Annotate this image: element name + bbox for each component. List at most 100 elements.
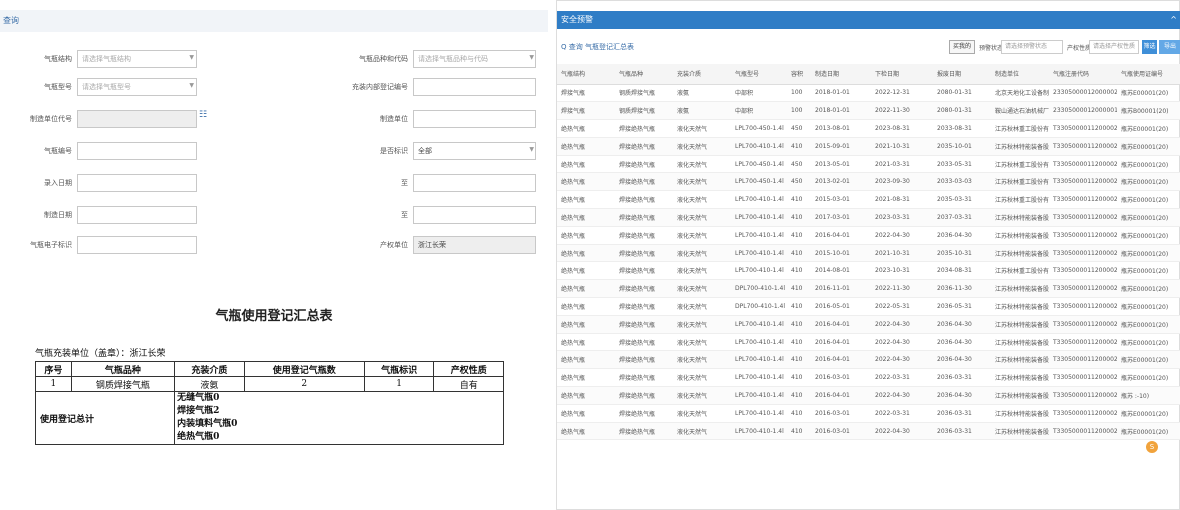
summary-cell: 自有: [433, 376, 504, 392]
table-row[interactable]: 绝热气瓶 焊接绝热气瓶 液化天然气 DPL700-410-1.4l 410 2016-05…: [557, 297, 1180, 316]
table-cell: 2021-03-31: [871, 155, 933, 174]
field-input[interactable]: 请选择气瓶结构: [77, 50, 197, 68]
column-header[interactable]: 制造单位: [991, 64, 1049, 85]
table-row[interactable]: 绝热气瓶 焊接绝热气瓶 液化天然气 LPL700-410-1.4l 410 2016-03…: [557, 422, 1180, 441]
table-cell: 瓶苏E00001(20): [1117, 368, 1180, 388]
table-row[interactable]: 绝热气瓶 焊接绝热气瓶 液化天然气 LPL700-410-1.4l 410 2014-08…: [557, 261, 1180, 281]
table-row[interactable]: 绝热气瓶 焊接绝热气瓶 液化天然气 LPL700-410-1.4l 410 2016-04…: [557, 350, 1180, 370]
summary-header: 使用登记气瓶数: [243, 361, 365, 377]
table-cell: 2015-10-01: [811, 244, 871, 263]
table-cell: 2036-03-31: [933, 404, 991, 423]
summary-link[interactable]: Q 查询 气瓶登记汇总表: [561, 42, 634, 52]
field-input[interactable]: 请选择气瓶型号: [77, 78, 197, 96]
column-header[interactable]: 气瓶品种: [615, 64, 673, 85]
column-header[interactable]: 下检日期: [871, 64, 933, 85]
table-cell: 江苏秋林特能装备股份有限: [991, 404, 1049, 423]
table-cell: 绝热气瓶: [557, 350, 615, 370]
table-row[interactable]: 绝热气瓶 焊接绝热气瓶 液化天然气 LPL700-410-1.4l 410 2016-03…: [557, 368, 1180, 388]
table-cell: 钢质焊接气瓶: [615, 84, 673, 103]
column-header[interactable]: 气瓶注册代码: [1049, 64, 1117, 85]
field-input[interactable]: [413, 78, 536, 96]
org-tree-icon[interactable]: ☷: [199, 110, 207, 120]
table-cell: 焊接绝热气瓶: [615, 172, 673, 192]
table-cell: 北京天地化工设备制造厂: [991, 84, 1049, 103]
field-input[interactable]: 浙江长荣: [413, 236, 536, 254]
column-header[interactable]: 容积: [787, 64, 811, 85]
summary-header: 产权性质: [433, 361, 504, 377]
table-cell: 2022-04-30: [871, 226, 933, 245]
field-input[interactable]: [413, 174, 536, 192]
table-cell: LPL700-450-1.4l: [731, 172, 787, 192]
column-header[interactable]: 气瓶结构: [557, 64, 615, 85]
table-cell: 100: [787, 84, 811, 103]
field-input[interactable]: [413, 206, 536, 224]
table-cell: 绝热气瓶: [557, 137, 615, 156]
column-header[interactable]: 报废日期: [933, 64, 991, 85]
table-cell: 绝热气瓶: [557, 404, 615, 423]
table-cell: 焊接绝热气瓶: [615, 279, 673, 299]
field-input[interactable]: [77, 110, 197, 128]
table-cell: 液化天然气: [673, 208, 731, 227]
column-header[interactable]: 制造日期: [811, 64, 871, 85]
table-cell: 410: [787, 190, 811, 210]
table-row[interactable]: 绝热气瓶 焊接绝热气瓶 液化天然气 LPL700-410-1.4l 410 2016-04…: [557, 386, 1180, 405]
table-row[interactable]: 绝热气瓶 焊接绝热气瓶 液化天然气 LPL700-410-1.4l 410 2016-04…: [557, 226, 1180, 245]
field-input[interactable]: [77, 174, 197, 192]
form-row: 制造单位代号: [0, 110, 200, 128]
table-row[interactable]: 焊接气瓶 钢质焊接气瓶 液氨 中部积 100 2018-01-01 2022-11-30 20…: [557, 101, 1180, 121]
form-row: 充装内部登记编号: [340, 78, 540, 96]
field-input[interactable]: [77, 236, 197, 254]
export-button[interactable]: 导出Excel: [1159, 40, 1180, 64]
field-input[interactable]: 请选择气瓶品种与代码: [413, 50, 536, 68]
table-cell: 江苏秋林特能装备股份有限: [991, 137, 1049, 156]
table-cell: 液化天然气: [673, 261, 731, 281]
column-header[interactable]: 充装介质: [673, 64, 731, 85]
table-cell: 焊接绝热气瓶: [615, 119, 673, 138]
table-row[interactable]: 绝热气瓶 焊接绝热气瓶 液化天然气 DPL700-410-1.4l 410 2016-11…: [557, 279, 1180, 299]
table-cell: 绝热气瓶: [557, 297, 615, 316]
table-row[interactable]: 绝热气瓶 焊接绝热气瓶 液化天然气 LPL700-410-1.4l 410 2017-03…: [557, 208, 1180, 227]
table-cell: 液化天然气: [673, 404, 731, 423]
table-cell: 焊接气瓶: [557, 101, 615, 121]
table-row[interactable]: 绝热气瓶 焊接绝热气瓶 液化天然气 LPL700-410-1.4l 410 2015-09…: [557, 137, 1180, 156]
table-cell: 江苏秋林特能装备股份有限: [991, 244, 1049, 263]
field-input[interactable]: [413, 110, 536, 128]
table-row[interactable]: 绝热气瓶 焊接绝热气瓶 液化天然气 LPL700-410-1.4l 410 2016-04…: [557, 333, 1180, 352]
property-select[interactable]: 请选择产权性质: [1089, 40, 1139, 54]
table-row[interactable]: 绝热气瓶 焊接绝热气瓶 液化天然气 LPL700-410-1.4l 410 2015-03…: [557, 190, 1180, 210]
table-cell: 焊接绝热气瓶: [615, 226, 673, 245]
table-cell: 绝热气瓶: [557, 422, 615, 441]
table-cell: 江苏秋林特能装备股份有限: [991, 333, 1049, 352]
column-header[interactable]: 气瓶型号: [731, 64, 787, 85]
table-row[interactable]: 绝热气瓶 焊接绝热气瓶 液化天然气 LPL700-410-1.4l 410 2015-10…: [557, 244, 1180, 263]
table-row[interactable]: 绝热气瓶 焊接绝热气瓶 液化天然气 LPL700-410-1.4l 410 2016-04…: [557, 315, 1180, 334]
table-cell: 瓶苏B00001(20): [1117, 101, 1180, 121]
table-row[interactable]: 绝热气瓶 焊接绝热气瓶 液化天然气 LPL700-450-1.4l 450 2013-02…: [557, 172, 1180, 192]
table-cell: 江苏秋林重工股份有限公司: [991, 119, 1049, 138]
collapse-icon[interactable]: ^: [1170, 11, 1177, 29]
form-row: 气瓶电子标识: [0, 236, 200, 254]
table-cell: 2016-11-01: [811, 279, 871, 299]
field-input[interactable]: [77, 142, 197, 160]
table-row[interactable]: 绝热气瓶 焊接绝热气瓶 液化天然气 LPL700-450-1.4l 450 2013-08…: [557, 119, 1180, 138]
table-cell: 瓶苏E00001(20): [1117, 137, 1180, 156]
table-cell: 2022-04-30: [871, 315, 933, 334]
mine-button[interactable]: 买我的: [949, 40, 976, 54]
table-row[interactable]: 绝热气瓶 焊接绝热气瓶 液化天然气 LPL700-410-1.4l 410 2016-03…: [557, 404, 1180, 423]
table-cell: 2036-04-30: [933, 315, 991, 334]
table-cell: 绝热气瓶: [557, 172, 615, 192]
table-cell: 钢质焊接气瓶: [615, 101, 673, 121]
table-cell: 2021-10-31: [871, 137, 933, 156]
table-cell: 液氨: [673, 101, 731, 121]
filter-button[interactable]: 筛选: [1142, 40, 1157, 54]
notification-badge[interactable]: S: [1146, 441, 1158, 453]
table-row[interactable]: 绝热气瓶 焊接绝热气瓶 液化天然气 LPL700-450-1.4l 450 2013-05…: [557, 155, 1180, 174]
field-label: 气瓶品种和代码: [359, 55, 408, 63]
field-input[interactable]: 全部: [413, 142, 536, 160]
field-input[interactable]: [77, 206, 197, 224]
table-cell: LPL700-450-1.4l: [731, 155, 787, 174]
column-header[interactable]: 气瓶使用证编号: [1117, 64, 1180, 85]
field-label: 至: [401, 179, 408, 187]
table-row[interactable]: 焊接气瓶 钢质焊接气瓶 液氨 中部积 100 2018-01-01 2022-12-31 20…: [557, 84, 1180, 103]
status-select[interactable]: 请选择预警状态: [1001, 40, 1063, 54]
